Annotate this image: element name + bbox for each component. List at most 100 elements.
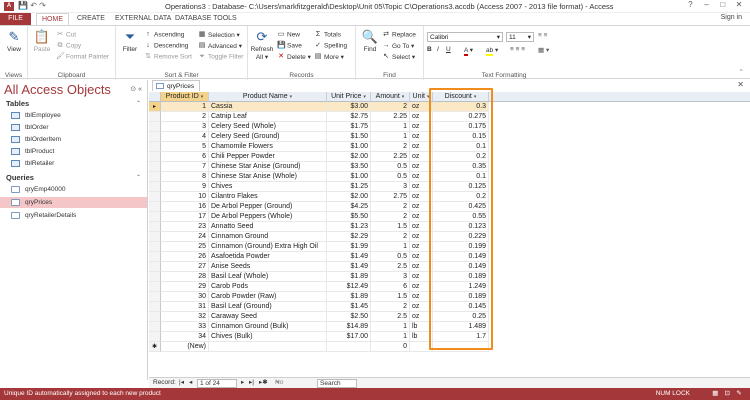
- table-cell[interactable]: 24: [161, 232, 209, 242]
- table-cell[interactable]: 0.5: [371, 252, 410, 262]
- document-tab-qryprices[interactable]: qryPrices: [152, 80, 201, 91]
- table-cell[interactable]: 2: [371, 302, 410, 312]
- nav-item-table[interactable]: tblProduct: [0, 146, 147, 157]
- table-cell[interactable]: $1.50: [327, 132, 371, 142]
- table-cell[interactable]: 29: [161, 282, 209, 292]
- advanced-button[interactable]: ▤ Advanced ▾: [198, 42, 242, 50]
- table-cell[interactable]: [327, 342, 371, 352]
- new-record-nav-button[interactable]: ▸✱: [259, 378, 268, 388]
- table-cell[interactable]: Chives: [209, 182, 327, 192]
- design-view-icon[interactable]: ✎: [734, 388, 744, 400]
- row-selector[interactable]: [149, 152, 161, 162]
- table-cell[interactable]: Chinese Star Anise (Ground): [209, 162, 327, 172]
- goto-button[interactable]: → Go To ▾: [382, 42, 415, 50]
- bold-button[interactable]: B: [427, 46, 432, 53]
- table-cell[interactable]: Cinnamon (Ground) Extra High Oil: [209, 242, 327, 252]
- table-cell[interactable]: 17: [161, 212, 209, 222]
- list-format-buttons[interactable]: ≡ ≡: [538, 32, 547, 39]
- table-cell[interactable]: 3: [161, 122, 209, 132]
- close-document-icon[interactable]: ✕: [737, 80, 744, 89]
- table-cell[interactable]: Cilantro Flakes: [209, 192, 327, 202]
- nav-collapse-icon[interactable]: «: [138, 86, 142, 93]
- row-selector[interactable]: [149, 322, 161, 332]
- totals-button[interactable]: Σ Totals: [314, 31, 341, 39]
- delete-record-button[interactable]: ✕ Delete ▾: [277, 53, 311, 61]
- table-cell[interactable]: $2.00: [327, 192, 371, 202]
- table-cell[interactable]: 7: [161, 162, 209, 172]
- redo-icon[interactable]: ↷: [39, 1, 46, 10]
- select-all-cell[interactable]: [149, 92, 161, 102]
- table-cell[interactable]: 0.5: [371, 162, 410, 172]
- table-cell[interactable]: $1.45: [327, 302, 371, 312]
- table-cell[interactable]: Basil Leaf (Ground): [209, 302, 327, 312]
- table-cell[interactable]: Basil Leaf (Whole): [209, 272, 327, 282]
- column-header[interactable]: Amount ▾: [371, 92, 410, 102]
- table-cell[interactable]: Asafoetida Powder: [209, 252, 327, 262]
- table-cell[interactable]: 1: [371, 322, 410, 332]
- restore-button[interactable]: □: [716, 0, 730, 9]
- column-header[interactable]: Product Name ▾: [209, 92, 327, 102]
- table-cell[interactable]: $2.00: [327, 152, 371, 162]
- queries-collapse-icon[interactable]: ⌃: [136, 174, 141, 181]
- font-size-combo[interactable]: 11 ▾: [506, 32, 534, 42]
- undo-icon[interactable]: ↶: [30, 1, 37, 10]
- nav-section-tables[interactable]: Tables: [6, 99, 29, 108]
- table-cell[interactable]: 5: [161, 142, 209, 152]
- table-cell[interactable]: Anise Seeds: [209, 262, 327, 272]
- table-cell[interactable]: Catnip Leaf: [209, 112, 327, 122]
- table-cell[interactable]: $3.00: [327, 102, 371, 112]
- table-cell[interactable]: Celery Seed (Ground): [209, 132, 327, 142]
- row-selector[interactable]: [149, 312, 161, 322]
- row-selector[interactable]: [149, 292, 161, 302]
- table-cell[interactable]: 2: [161, 112, 209, 122]
- nav-item-query[interactable]: qryRetailerDetails: [0, 210, 147, 221]
- replace-button[interactable]: ⇄ Replace: [382, 31, 416, 39]
- row-selector[interactable]: [149, 192, 161, 202]
- underline-button[interactable]: U: [446, 46, 451, 53]
- table-cell[interactable]: $2.50: [327, 312, 371, 322]
- table-cell[interactable]: 3: [371, 182, 410, 192]
- chevron-down-icon[interactable]: ▾: [290, 94, 293, 100]
- nav-item-table[interactable]: tblOrderItem: [0, 134, 147, 145]
- table-cell[interactable]: Annatto Seed: [209, 222, 327, 232]
- italic-button[interactable]: I: [437, 46, 439, 53]
- table-cell[interactable]: $17.00: [327, 332, 371, 342]
- table-cell[interactable]: 32: [161, 312, 209, 322]
- table-cell[interactable]: 33: [161, 322, 209, 332]
- table-cell[interactable]: 1: [371, 332, 410, 342]
- table-cell[interactable]: Caraway Seed: [209, 312, 327, 322]
- close-button[interactable]: ✕: [732, 0, 746, 9]
- remove-sort-button[interactable]: ⇅ Remove Sort: [144, 53, 192, 61]
- new-row-id[interactable]: (New): [161, 342, 209, 352]
- table-cell[interactable]: 28: [161, 272, 209, 282]
- table-cell[interactable]: $1.89: [327, 292, 371, 302]
- highlight-button[interactable]: ab ▾: [486, 46, 498, 56]
- first-record-button[interactable]: |◂: [179, 378, 184, 388]
- table-cell[interactable]: Celery Seed (Whole): [209, 122, 327, 132]
- table-cell[interactable]: $1.75: [327, 122, 371, 132]
- row-selector[interactable]: [149, 142, 161, 152]
- row-selector[interactable]: [149, 172, 161, 182]
- row-selector[interactable]: [149, 162, 161, 172]
- table-cell[interactable]: De Arbol Pepper (Ground): [209, 202, 327, 212]
- access-app-icon[interactable]: A: [4, 2, 14, 11]
- table-cell[interactable]: 8: [161, 172, 209, 182]
- view-button[interactable]: ✎ View: [3, 29, 25, 53]
- filter-button[interactable]: ⏷ Filter: [119, 29, 141, 53]
- table-cell[interactable]: $1.00: [327, 142, 371, 152]
- sign-in-link[interactable]: Sign in: [721, 14, 742, 21]
- row-selector[interactable]: [149, 332, 161, 342]
- table-cell[interactable]: Cinnamon Ground: [209, 232, 327, 242]
- table-cell[interactable]: 1.5: [371, 292, 410, 302]
- row-selector[interactable]: [149, 262, 161, 272]
- font-color-button[interactable]: A ▾: [464, 46, 473, 56]
- row-selector[interactable]: ▸: [149, 102, 161, 112]
- column-header[interactable]: Unit Price ▾: [327, 92, 371, 102]
- table-cell[interactable]: $2.75: [327, 112, 371, 122]
- row-selector[interactable]: [149, 282, 161, 292]
- row-selector[interactable]: [149, 272, 161, 282]
- table-cell[interactable]: $1.99: [327, 242, 371, 252]
- table-cell[interactable]: Chamomile Flowers: [209, 142, 327, 152]
- copy-button[interactable]: ⧉ Copy: [56, 42, 82, 50]
- search-input[interactable]: Search: [317, 379, 357, 388]
